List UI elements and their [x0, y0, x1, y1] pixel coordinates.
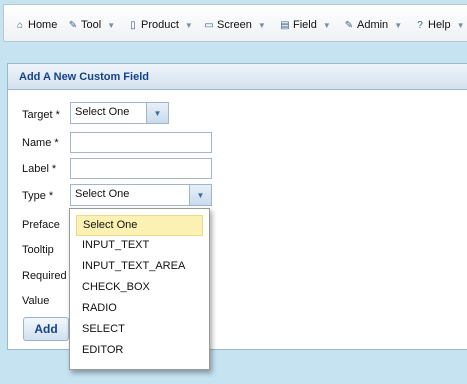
target-label-text: Target	[22, 109, 53, 121]
required-label: Required	[22, 270, 67, 282]
dropdown-option-editor[interactable]: EDITOR	[76, 341, 203, 362]
menu-help-label: Help	[428, 19, 451, 31]
menu-product[interactable]: ▯ Product ▼	[128, 18, 193, 32]
dropdown-option-select[interactable]: SELECT	[76, 320, 203, 341]
type-label-text: Type	[22, 190, 46, 202]
label-input[interactable]	[70, 158, 212, 179]
menu-field-label: Field	[293, 19, 317, 31]
dropdown-option-radio[interactable]: RADIO	[76, 299, 203, 320]
required-marker: *	[51, 163, 57, 175]
name-input[interactable]	[70, 132, 212, 153]
admin-icon: ✎	[344, 19, 354, 31]
type-dropdown-list: Select One INPUT_TEXT INPUT_TEXT_AREA CH…	[69, 208, 210, 370]
chevron-down-icon: ▼	[322, 20, 331, 30]
menu-admin-label: Admin	[357, 19, 389, 31]
chevron-down-icon: ▼	[394, 20, 403, 30]
menu-screen[interactable]: ▭ Screen ▼	[204, 18, 266, 32]
required-marker: *	[48, 190, 54, 202]
home-icon: ⌂	[16, 19, 24, 31]
chevron-down-icon: ▼	[456, 20, 465, 30]
label-label-text: Label	[22, 163, 49, 175]
menu-tool[interactable]: ✎ Tool ▼	[68, 18, 115, 32]
required-marker: *	[54, 137, 59, 149]
label-label: Label *	[22, 163, 56, 175]
chevron-down-icon[interactable]: ▼	[146, 103, 168, 123]
dropdown-option-input-text[interactable]: INPUT_TEXT	[76, 236, 203, 257]
screen-icon: ▭	[204, 19, 214, 31]
tool-icon: ✎	[68, 19, 78, 31]
value-label: Value	[22, 295, 50, 307]
dropdown-option-select-one[interactable]: Select One	[76, 215, 203, 236]
menu-field[interactable]: ▤ Field ▼	[280, 18, 331, 32]
document-icon: ▯	[130, 19, 136, 31]
chevron-down-icon: ▼	[184, 20, 193, 30]
menu-home[interactable]: ⌂ Home	[15, 18, 57, 32]
tooltip-label: Tooltip	[22, 244, 54, 256]
dropdown-option-check-box[interactable]: CHECK_BOX	[76, 278, 203, 299]
chevron-down-icon: ▼	[257, 20, 266, 30]
preface-label: Preface	[22, 219, 60, 231]
field-icon: ▤	[280, 19, 290, 31]
target-select[interactable]: Select One ▼	[70, 102, 169, 124]
chevron-down-icon[interactable]: ▼	[189, 185, 211, 205]
menu-screen-label: Screen	[217, 19, 252, 31]
type-label: Type *	[22, 190, 53, 202]
menu-admin[interactable]: ✎ Admin ▼	[344, 18, 402, 32]
menu-help[interactable]: ? Help ▼	[415, 18, 465, 32]
type-select-value: Select One	[75, 188, 130, 200]
panel-title: Add A New Custom Field	[8, 64, 467, 90]
dropdown-option-input-text-area[interactable]: INPUT_TEXT_AREA	[76, 257, 203, 278]
top-menu-bar: ⌂ Home ✎ Tool ▼ ▯ Product ▼ ▭ Screen ▼ ▤…	[3, 4, 467, 42]
menu-home-label: Home	[28, 19, 58, 31]
target-select-value: Select One	[75, 106, 130, 118]
help-icon: ?	[417, 19, 423, 31]
menu-tool-label: Tool	[81, 19, 102, 31]
chevron-down-icon: ▼	[107, 20, 116, 30]
menu-product-label: Product	[141, 19, 179, 31]
name-label: Name *	[22, 137, 59, 149]
type-select[interactable]: Select One ▼	[70, 184, 212, 206]
target-label: Target *	[22, 109, 60, 121]
name-label-text: Name	[22, 137, 52, 149]
add-button[interactable]: Add	[23, 317, 69, 341]
required-marker: *	[55, 109, 60, 121]
